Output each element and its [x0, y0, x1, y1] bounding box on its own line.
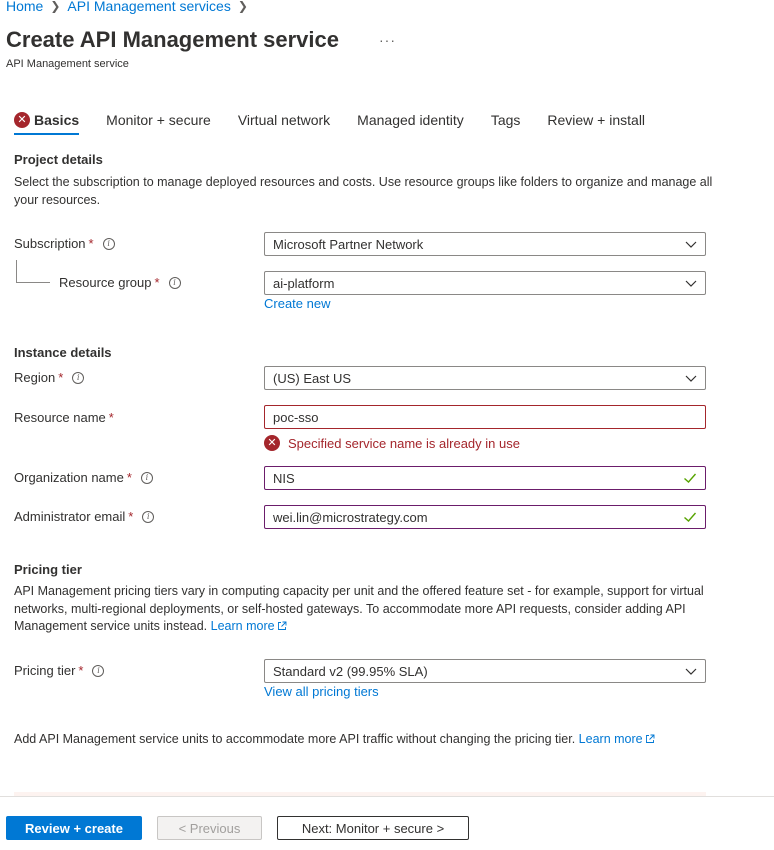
label-text: Region — [14, 370, 56, 385]
resource-name-label: Resource name * — [14, 410, 114, 425]
next-button[interactable]: Next: Monitor + secure > — [277, 816, 469, 840]
instance-details-heading: Instance details — [14, 345, 112, 360]
tab-tags[interactable]: Tags — [491, 109, 521, 135]
info-icon[interactable]: i — [142, 510, 155, 523]
breadcrumb-home-link[interactable]: Home — [6, 0, 43, 14]
units-learn-more-link[interactable]: Learn more — [579, 732, 655, 746]
input-value: wei.lin@microstrategy.com — [273, 509, 428, 525]
required-marker: * — [78, 663, 84, 678]
dropdown-value: ai-platform — [273, 275, 335, 291]
required-marker: * — [58, 370, 64, 385]
tree-connector — [16, 260, 17, 282]
pricing-tier-label: Pricing tier * i — [14, 663, 105, 678]
tab-virtual-network[interactable]: Virtual network — [238, 109, 330, 135]
external-link-icon — [645, 734, 655, 743]
resource-name-input[interactable]: poc-sso — [264, 405, 706, 429]
chevron-down-icon — [685, 668, 697, 675]
dropdown-value: (US) East US — [273, 370, 352, 386]
info-icon[interactable]: i — [72, 371, 85, 384]
chevron-down-icon — [685, 375, 697, 382]
chevron-down-icon — [685, 280, 697, 287]
chevron-down-icon — [685, 241, 697, 248]
info-icon[interactable]: i — [140, 471, 153, 484]
breadcrumb: Home ❯ API Management services ❯ — [6, 0, 255, 14]
pricing-tier-dropdown[interactable]: Standard v2 (99.95% SLA) — [264, 659, 706, 683]
organization-name-label: Organization name * i — [14, 470, 153, 485]
previous-button[interactable]: < Previous — [157, 816, 262, 840]
tab-managed-identity[interactable]: Managed identity — [357, 109, 464, 135]
region-dropdown[interactable]: (US) East US — [264, 366, 706, 390]
tab-label: Virtual network — [237, 112, 331, 128]
subscription-label: Subscription * i — [14, 236, 115, 251]
tab-label: Review + install — [547, 112, 646, 128]
dropdown-value: Microsoft Partner Network — [273, 236, 424, 252]
pricing-learn-more-link[interactable]: Learn more — [211, 619, 287, 633]
pricing-tier-description: API Management pricing tiers vary in com… — [14, 583, 714, 636]
dropdown-value: Standard v2 (99.95% SLA) — [273, 663, 428, 679]
administrator-email-label: Administrator email * i — [14, 509, 155, 524]
required-marker: * — [154, 275, 160, 290]
input-value: NIS — [273, 470, 295, 486]
required-marker: * — [108, 410, 114, 425]
tab-review-install[interactable]: Review + install — [547, 109, 645, 135]
project-details-description: Select the subscription to manage deploy… — [14, 175, 713, 207]
info-icon[interactable]: i — [102, 237, 115, 250]
pricing-tier-heading: Pricing tier — [14, 562, 82, 577]
required-marker: * — [126, 470, 132, 485]
link-text: Learn more — [578, 732, 643, 746]
tab-label: Managed identity — [357, 112, 464, 128]
review-create-button[interactable]: Review + create — [6, 816, 142, 840]
note-text: Add API Management service units to acco… — [14, 732, 576, 746]
resource-name-error: ✕ Specified service name is already in u… — [264, 435, 520, 451]
label-text: Pricing tier — [14, 663, 76, 678]
error-text: Specified service name is already in use — [288, 435, 520, 451]
region-label: Region * i — [14, 370, 85, 385]
label-text: Resource name — [14, 410, 106, 425]
label-text: Organization name — [14, 470, 124, 485]
checkmark-icon — [684, 473, 697, 483]
info-icon[interactable]: i — [92, 664, 105, 677]
wizard-tabs: ✕ Basics Monitor + secure Virtual networ… — [14, 109, 672, 135]
breadcrumb-api-management-link[interactable]: API Management services — [67, 0, 230, 14]
required-marker: * — [88, 236, 94, 251]
chevron-right-icon: ❯ — [50, 0, 61, 13]
error-icon: ✕ — [264, 435, 280, 451]
view-all-pricing-tiers-link[interactable]: View all pricing tiers — [264, 684, 379, 699]
tab-label: Monitor + secure — [106, 112, 211, 128]
tree-connector — [16, 282, 50, 283]
tab-basics[interactable]: ✕ Basics — [14, 109, 80, 135]
link-text: Learn more — [210, 619, 275, 633]
create-new-resource-group-link[interactable]: Create new — [264, 296, 330, 311]
required-marker: * — [128, 509, 134, 524]
organization-name-input[interactable]: NIS — [264, 466, 706, 490]
info-icon[interactable]: i — [168, 276, 181, 289]
service-units-note: Add API Management service units to acco… — [14, 731, 734, 749]
external-link-icon — [277, 621, 287, 630]
input-value: poc-sso — [273, 409, 319, 425]
tab-label: Basics — [34, 112, 80, 128]
label-text: Subscription — [14, 236, 86, 251]
tab-monitor-secure[interactable]: Monitor + secure — [106, 109, 211, 135]
description-text: API Management pricing tiers vary in com… — [14, 584, 704, 633]
subscription-dropdown[interactable]: Microsoft Partner Network — [264, 232, 706, 256]
page-subtitle: API Management service — [6, 58, 129, 70]
tab-label: Tags — [490, 112, 521, 128]
page-title: Create API Management service — [6, 27, 339, 52]
project-details-heading: Project details — [14, 152, 103, 167]
label-text: Administrator email — [14, 509, 126, 524]
error-icon: ✕ — [14, 112, 30, 128]
checkmark-icon — [684, 512, 697, 522]
resource-group-label: Resource group * i — [59, 275, 181, 290]
chevron-right-icon: ❯ — [237, 0, 248, 13]
label-text: Resource group — [59, 275, 152, 290]
administrator-email-input[interactable]: wei.lin@microstrategy.com — [264, 505, 706, 529]
more-options-icon[interactable]: ··· — [379, 32, 396, 48]
resource-group-dropdown[interactable]: ai-platform — [264, 271, 706, 295]
